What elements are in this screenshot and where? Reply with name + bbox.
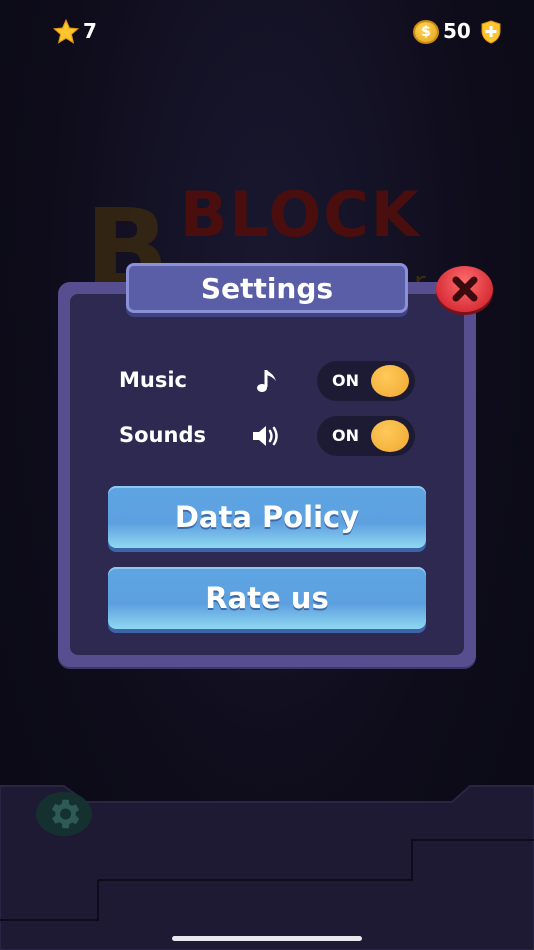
settings-gear-button[interactable]: [36, 792, 92, 836]
speaker-icon: [253, 426, 278, 446]
close-icon: [452, 276, 477, 302]
music-toggle[interactable]: ON: [317, 361, 415, 401]
coin-icon: $: [413, 20, 439, 44]
music-toggle-knob: [371, 365, 409, 397]
rate-us-button[interactable]: Rate us: [108, 567, 426, 629]
dialog-title: Settings: [200, 271, 334, 305]
sounds-toggle-state: ON: [332, 426, 359, 445]
music-toggle-state: ON: [332, 371, 359, 390]
music-label: Music: [119, 368, 187, 392]
dialog-title-bar: Settings: [126, 263, 408, 313]
sounds-label: Sounds: [119, 423, 206, 447]
close-button[interactable]: [436, 266, 493, 312]
sounds-toggle[interactable]: ON: [317, 416, 415, 456]
star-icon: [52, 18, 80, 44]
top-hud: 7 $ 50: [0, 0, 534, 60]
coin-count: 50: [443, 19, 471, 43]
rate-us-label: Rate us: [205, 581, 329, 615]
star-count: 7: [83, 19, 97, 43]
logo-block-text: BLOCK: [180, 178, 421, 251]
sounds-toggle-knob: [371, 420, 409, 452]
home-indicator[interactable]: [172, 936, 362, 941]
data-policy-label: Data Policy: [174, 500, 360, 534]
data-policy-button[interactable]: Data Policy: [108, 486, 426, 548]
gear-icon: [51, 799, 80, 829]
shield-plus-icon[interactable]: [481, 20, 501, 44]
music-note-icon: [257, 370, 276, 392]
